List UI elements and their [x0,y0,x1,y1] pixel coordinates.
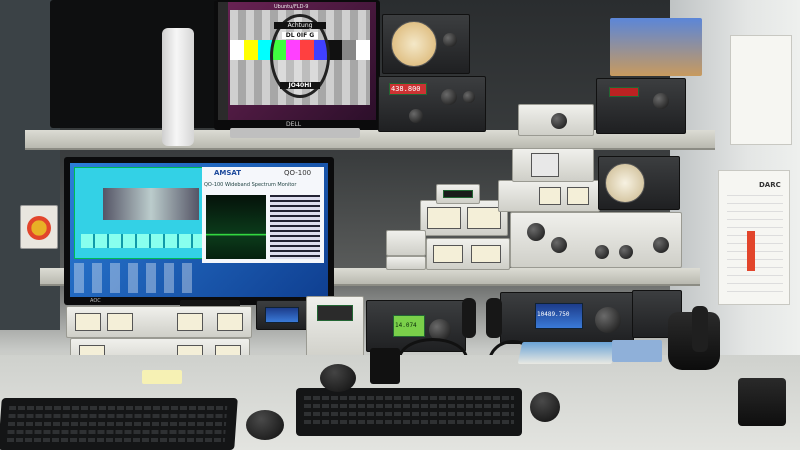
frequency-counter-display [443,190,473,198]
power-supply-knob-b [463,91,475,103]
wall-notice-top [730,35,792,145]
desk-card [612,340,662,362]
ic-transceiver: 10489.750 [500,292,634,344]
main-monitor: AMSAT QO-100 QO-100 Wideband Spectrum Mo… [64,157,334,305]
amplifier-knob-2 [551,237,567,253]
sdr-button-row [81,234,219,248]
desk-notebook [517,342,617,364]
mouse-icon [530,392,560,422]
rf-switch-b-meter [433,245,463,263]
remote-control-unit [306,296,364,362]
handheld-radio-unit [256,300,308,330]
scope-screen [531,153,559,177]
meter-panel-dial-a [539,187,561,205]
sticky-note [142,370,182,384]
rf-switch-a-meter-b [467,207,501,229]
rf-switch-a [420,200,508,236]
rf-switch-b [426,238,510,270]
power-supply-top: 438.800 [378,76,486,132]
rf-switch-b-meter-b [471,245,501,263]
small-switch-box-b [386,256,426,270]
microphone-icon [486,298,502,338]
frequency-counter [436,184,480,204]
main-monitor-brand: AOC [90,298,101,304]
emergency-stop-box [20,205,58,249]
meter-panel [498,180,600,212]
power-supply-right [596,78,686,134]
clock-meter [598,156,680,210]
amplifier-knob-5 [653,237,669,253]
keyboard-row [7,422,227,426]
sdr-channel-list [270,195,320,259]
linear-amplifier [510,212,682,268]
testcard-callsign: DL 0IF G [282,32,318,39]
mouse-icon [246,410,284,440]
switch-top-meter-1 [75,313,101,331]
rf-switch-a-meter [427,207,461,229]
qo100-logo: QO-100 [284,169,312,177]
small-white-unit-knob [551,113,567,129]
keyboard-row [8,406,228,410]
amsat-logo: AMSAT [214,169,242,177]
clock-meter-dial [605,163,645,203]
wall-notice-chart: DARC [718,170,790,305]
switch-top-meter-4 [217,313,243,331]
swr-meter-knob [443,33,457,47]
photo-scene: DARC Ubuntu/FLD-9 DELL Achtung DL 0IF G … [0,0,800,450]
desk-stand [738,378,786,426]
scope-unit [512,148,594,182]
power-supply-right-display [609,87,639,97]
keyboard-row [7,430,226,434]
keyboard-row [8,414,227,418]
storage-boxes [610,18,702,76]
microphone-icon [462,298,476,338]
small-white-unit [518,104,594,136]
switch-top-meter-3 [177,313,203,331]
swr-meter-box [382,14,470,74]
sdr-web-panel: AMSAT QO-100 QO-100 Wideband Spectrum Mo… [202,167,324,263]
handheld-display [265,307,299,323]
power-supply-right-knob [653,93,669,109]
switch-top-meter-2 [107,313,133,331]
testcard-code: JO40HI [280,82,320,89]
ic-transceiver-display-text: 10489.750 [537,311,570,318]
keyboard-row [304,412,514,416]
transceiver-display-text: 14.074 [395,322,417,329]
telephone-icon [668,306,720,370]
wall-notice-heading: DARC [759,181,781,189]
top-monitor-stand [230,128,360,138]
foot-switch [370,348,400,384]
testcard-title: Achtung [274,22,326,29]
small-switch-box [386,230,426,256]
keyboard-icon [296,388,522,436]
amplifier-knob-3 [595,245,609,259]
keyboard-row [304,404,514,408]
keyboard-icon [0,398,238,450]
power-supply-knob-c [409,109,423,123]
keyboard-row [304,420,514,424]
amplifier-knob-4 [619,245,633,259]
swr-meter-dial [391,21,437,67]
testcard-image: Achtung DL 0IF G JO40HI [230,10,370,105]
meter-panel-dial-b [567,187,589,205]
keyboard-row [6,438,226,442]
telephone-handset [692,306,708,352]
sdr-desktop: AMSAT QO-100 QO-100 Wideband Spectrum Mo… [70,163,328,297]
desk-mic-puck [320,364,356,392]
antenna-switch-top [66,306,252,338]
ic-transceiver-vfo [595,307,621,333]
remote-unit-display [317,305,353,321]
sdr-video-panel [103,188,199,220]
power-supply-knob-a [441,89,457,105]
spectrum-waterfall [206,195,266,259]
desktop-icons [74,263,194,293]
emergency-stop-icon [27,216,51,240]
upper-rack-display: 438.800 [391,85,421,93]
paper-roll [162,28,194,146]
keyboard-row [304,396,514,400]
amplifier-knob-1 [527,223,545,241]
ubuntu-dock [218,2,228,120]
sdr-page-title: QO-100 Wideband Spectrum Monitor [204,182,297,188]
